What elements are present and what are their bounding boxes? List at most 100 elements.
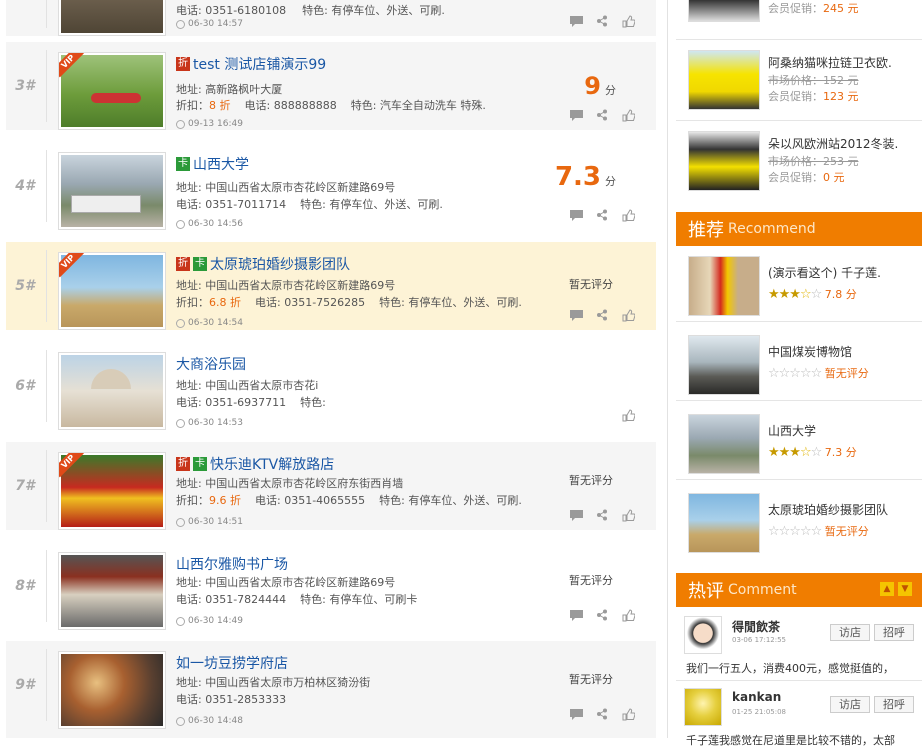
store-score: 9分: [584, 72, 616, 100]
recommend-item[interactable]: 山西大学 ★★★☆☆ 7.3 分: [688, 414, 922, 492]
comment-icon[interactable]: [568, 707, 584, 721]
rank-number: 7#: [15, 478, 35, 494]
store-phone: 电话: 0351-7824444: [176, 593, 287, 606]
divider: [46, 550, 47, 622]
store-title-link[interactable]: 卡山西大学: [176, 154, 249, 174]
discount-label: 折扣：: [176, 99, 209, 112]
product-item[interactable]: 朵以风欧洲站2012冬装. 市场价格：253 元 会员促销：0 元: [688, 131, 922, 209]
avatar[interactable]: [684, 616, 722, 654]
recommend-rating: ★★★☆☆ 7.3 分: [768, 444, 857, 460]
product-item[interactable]: 阿桑纳猫咪拉链卫衣欧. 市场价格：152 元 会员促销：123 元: [688, 50, 922, 128]
store-title-link[interactable]: 大商浴乐园: [176, 354, 246, 374]
store-thumbnail[interactable]: [58, 552, 166, 630]
comment-icon[interactable]: [568, 108, 584, 122]
like-icon[interactable]: [620, 14, 636, 28]
comment-icon[interactable]: [568, 608, 584, 622]
product-item[interactable]: 会员促销：245 元: [688, 0, 922, 40]
product-name[interactable]: 朵以风欧洲站2012冬装.: [768, 135, 898, 152]
store-thumbnail[interactable]: VIP: [58, 452, 166, 530]
store-title-link[interactable]: 如一坊豆捞学府店: [176, 653, 288, 673]
divider: [46, 150, 47, 222]
comment-text[interactable]: 我们一行五人，消费400元，感觉挺值的，: [686, 660, 894, 676]
divider: [676, 120, 922, 121]
share-icon[interactable]: [594, 108, 610, 122]
promo-price: 0 元: [823, 171, 845, 184]
greet-button[interactable]: 招呼: [874, 696, 914, 713]
product-image[interactable]: [688, 131, 760, 191]
comment-icon[interactable]: [568, 308, 584, 322]
discount-label: 折扣：: [176, 494, 209, 507]
score-value: 7.3: [554, 162, 601, 192]
store-address: 地址: 中国山西省太原市杏花岭区新建路69号: [176, 279, 396, 292]
share-icon[interactable]: [594, 14, 610, 28]
store-thumbnail[interactable]: [58, 352, 166, 430]
product-name[interactable]: 阿桑纳猫咪拉链卫衣欧.: [768, 54, 892, 71]
recommend-image[interactable]: [688, 256, 760, 316]
store-title-link[interactable]: 折卡快乐迪KTV解放路店: [176, 454, 334, 474]
recommend-item[interactable]: 太原琥珀婚纱摄影团队 ☆☆☆☆☆ 暂无评分: [688, 493, 922, 571]
recommend-item[interactable]: 中国煤炭博物馆 ☆☆☆☆☆ 暂无评分: [688, 335, 922, 413]
rank-number: 8#: [15, 578, 35, 594]
comment-text[interactable]: 千子莲我感觉在尼道里是比较不错的，太部: [686, 732, 895, 748]
comment-icon[interactable]: [568, 14, 584, 28]
comment-icon[interactable]: [568, 208, 584, 222]
share-icon[interactable]: [594, 508, 610, 522]
visit-shop-button[interactable]: 访店: [830, 696, 870, 713]
clock-icon: [176, 716, 185, 726]
avatar[interactable]: [684, 688, 722, 726]
product-image[interactable]: [688, 50, 760, 110]
store-features: 特色: 汽车全自动洗车 特殊.: [350, 99, 486, 112]
like-icon[interactable]: [620, 707, 636, 721]
recommend-name[interactable]: 太原琥珀婚纱摄影团队: [768, 501, 888, 518]
recommend-name[interactable]: 山西大学: [768, 422, 816, 439]
listing-row-top-partial: 电话: 0351-6180108 特色: 有停车位、外送、可刷. 06-30 1…: [6, 0, 656, 36]
visit-shop-button[interactable]: 访店: [830, 624, 870, 641]
rank-number: 5#: [15, 278, 35, 294]
store-thumbnail[interactable]: [58, 0, 166, 36]
store-address: 地址: 中国山西省太原市杏花岭区新建路69号: [176, 181, 396, 194]
share-icon[interactable]: [594, 707, 610, 721]
like-icon[interactable]: [620, 308, 636, 322]
scroll-down-icon[interactable]: ▼: [898, 582, 912, 596]
greet-button[interactable]: 招呼: [874, 624, 914, 641]
product-image[interactable]: [688, 0, 760, 22]
store-features: 特色: 有停车位、外送、可刷.: [379, 494, 522, 507]
store-thumbnail[interactable]: VIP: [58, 252, 166, 330]
store-thumbnail[interactable]: [58, 152, 166, 230]
comment-header: 热评 Comment ▲ ▼: [676, 573, 922, 607]
comment-username[interactable]: kankan: [732, 690, 781, 704]
discount: 折扣：9.6 折: [176, 492, 241, 508]
share-icon[interactable]: [594, 608, 610, 622]
recommend-name[interactable]: (演示看这个) 千子莲.: [768, 264, 881, 281]
like-icon[interactable]: [620, 408, 636, 422]
product-promo: 会员促销：245 元: [768, 0, 859, 16]
comment-icon[interactable]: [568, 508, 584, 522]
store-time: 06-30 14:51: [176, 517, 243, 527]
discount-value: 6.8 折: [209, 296, 241, 309]
recommend-image[interactable]: [688, 335, 760, 395]
share-icon[interactable]: [594, 308, 610, 322]
like-icon[interactable]: [620, 508, 636, 522]
like-icon[interactable]: [620, 108, 636, 122]
scroll-up-icon[interactable]: ▲: [880, 582, 894, 596]
like-icon[interactable]: [620, 208, 636, 222]
like-icon[interactable]: [620, 608, 636, 622]
recommend-image[interactable]: [688, 493, 760, 553]
recommend-image[interactable]: [688, 414, 760, 474]
store-name: 大商浴乐园: [176, 357, 246, 373]
store-title-link[interactable]: 折 test 测试店铺演示99: [176, 54, 326, 74]
recommend-name[interactable]: 中国煤炭博物馆: [768, 343, 852, 360]
store-thumbnail[interactable]: [58, 651, 166, 729]
store-thumbnail[interactable]: VIP: [58, 52, 166, 130]
recommend-item[interactable]: (演示看这个) 千子莲. ★★★☆☆ 7.8 分: [688, 256, 922, 334]
store-name: test 测试店铺演示99: [193, 57, 327, 73]
comment-username[interactable]: 得閒飲茶: [732, 618, 780, 635]
recommend-rating: ☆☆☆☆☆ 暂无评分: [768, 365, 869, 381]
promo-price: 123 元: [823, 90, 859, 103]
share-icon[interactable]: [594, 208, 610, 222]
store-title-link[interactable]: 折卡太原琥珀婚纱摄影团队: [176, 254, 350, 274]
store-title-link[interactable]: 山西尔雅购书广场: [176, 554, 288, 574]
clock-icon: [176, 418, 185, 428]
store-time: 06-30 14:53: [176, 418, 243, 428]
store-address: 地址: 中国山西省太原市杏花岭区新建路69号: [176, 576, 396, 589]
